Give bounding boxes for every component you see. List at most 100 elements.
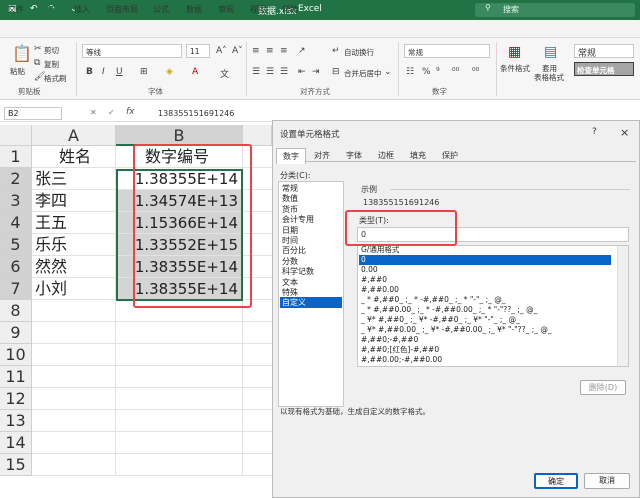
italic-icon[interactable]: I	[102, 67, 105, 77]
empty-cell[interactable]	[32, 344, 116, 366]
merge-center-button[interactable]: 合并后居中	[344, 68, 382, 79]
empty-cell[interactable]	[116, 410, 243, 432]
close-icon[interactable]: ×	[620, 126, 629, 139]
category-item[interactable]: 日期	[280, 225, 342, 236]
copy-button[interactable]: 复制	[44, 59, 59, 70]
dialog-tab-fill[interactable]: 填充	[404, 148, 432, 163]
name-cell[interactable]: 张三	[32, 168, 116, 190]
category-item[interactable]: 会计专用	[280, 214, 342, 225]
empty-cell[interactable]	[116, 344, 243, 366]
category-item[interactable]: 货币	[280, 204, 342, 215]
empty-cell[interactable]	[243, 410, 272, 432]
row-header[interactable]: 15	[0, 454, 32, 476]
empty-cell[interactable]	[32, 366, 116, 388]
tab-file[interactable]: 文件	[8, 4, 24, 15]
align-center-icon[interactable]: ☰	[266, 67, 274, 77]
orientation-icon[interactable]: ↗	[298, 46, 306, 56]
format-item[interactable]: _ * #,##0.00_ ;_ * -#,##0.00_ ;_ * "-"??…	[359, 305, 611, 315]
row-header[interactable]: 1	[0, 146, 32, 168]
border-icon[interactable]: ⊞	[140, 67, 148, 77]
tab-help[interactable]: 帮助	[282, 4, 298, 15]
undo-icon[interactable]: ↶	[30, 4, 38, 14]
name-cell[interactable]: 然然	[32, 256, 116, 278]
increase-decimal-icon[interactable]: ⁰⁰	[452, 67, 459, 77]
empty-cell[interactable]	[243, 322, 272, 344]
row-header[interactable]: 9	[0, 322, 32, 344]
empty-cell[interactable]	[32, 410, 116, 432]
increase-font-icon[interactable]: A˄	[216, 46, 227, 56]
phonetic-icon[interactable]: 文	[220, 67, 229, 80]
empty-cell[interactable]	[116, 432, 243, 454]
category-item[interactable]: 特殊	[280, 287, 342, 298]
category-item[interactable]: 文本	[280, 277, 342, 288]
font-name-select[interactable]: 等线	[82, 44, 182, 58]
decrease-font-icon[interactable]: A˅	[232, 46, 243, 56]
cut-button[interactable]: 剪切	[44, 45, 59, 56]
align-top-icon[interactable]: ≡	[252, 46, 260, 56]
format-item[interactable]: 0.00	[359, 265, 611, 275]
category-item[interactable]: 自定义	[280, 297, 342, 309]
bold-icon[interactable]: B	[86, 67, 93, 77]
empty-cell[interactable]	[32, 454, 116, 476]
tab-home[interactable]: 开始	[40, 4, 56, 18]
empty-cell[interactable]	[243, 388, 272, 410]
tab-data[interactable]: 数据	[186, 4, 202, 15]
row-header[interactable]: 12	[0, 388, 32, 410]
category-item[interactable]: 时间	[280, 235, 342, 246]
tab-insert[interactable]: 插入	[74, 4, 90, 15]
empty-cell[interactable]	[32, 322, 116, 344]
format-list-scrollbar[interactable]	[617, 246, 628, 366]
font-color-icon[interactable]: A	[192, 67, 198, 77]
help-button[interactable]: ?	[592, 127, 597, 137]
formula-input[interactable]: 138355151691246	[158, 109, 234, 118]
comma-icon[interactable]: ⁹	[436, 67, 440, 77]
name-cell[interactable]: 乐乐	[32, 234, 116, 256]
check-icon[interactable]: ✓	[108, 108, 115, 117]
percent-icon[interactable]: %	[422, 67, 431, 77]
empty-cell[interactable]	[243, 432, 272, 454]
cancel-icon[interactable]: ✕	[90, 108, 97, 117]
dialog-tab-alignment[interactable]: 对齐	[308, 148, 336, 163]
column-header-c[interactable]	[243, 125, 272, 146]
name-box[interactable]: B2	[4, 107, 62, 120]
format-item[interactable]: #,##0.00	[359, 285, 611, 295]
decrease-decimal-icon[interactable]: ⁰⁰	[472, 67, 479, 77]
row-header[interactable]: 10	[0, 344, 32, 366]
format-painter-button[interactable]: 格式刷	[44, 73, 67, 84]
decrease-indent-icon[interactable]: ⇤	[298, 67, 306, 77]
column-header-a[interactable]: A	[32, 125, 116, 146]
format-item[interactable]: #,##0;-#,##0	[359, 335, 611, 345]
wrap-text-button[interactable]: 自动换行	[344, 47, 374, 58]
format-item[interactable]: 0	[359, 255, 611, 265]
empty-cell[interactable]	[32, 300, 116, 322]
category-item[interactable]: 分数	[280, 256, 342, 267]
dialog-tab-font[interactable]: 字体	[340, 148, 368, 163]
tab-page-layout[interactable]: 页面布局	[106, 4, 138, 15]
row-header[interactable]: 5	[0, 234, 32, 256]
delete-button[interactable]: 删除(D)	[580, 380, 626, 395]
search-box[interactable]: ⚲ 搜索	[475, 3, 635, 17]
empty-cell[interactable]	[243, 454, 272, 476]
empty-cell[interactable]	[32, 432, 116, 454]
tab-formulas[interactable]: 公式	[153, 4, 169, 15]
cancel-button[interactable]: 取消	[584, 473, 630, 489]
style-check-cell[interactable]: 检查单元格	[574, 62, 634, 76]
font-size-select[interactable]: 11	[186, 44, 210, 58]
currency-icon[interactable]: ☷	[406, 67, 414, 77]
empty-cell[interactable]	[116, 454, 243, 476]
increase-indent-icon[interactable]: ⇥	[312, 67, 320, 77]
select-all-corner[interactable]	[0, 125, 32, 146]
row-header[interactable]: 7	[0, 278, 32, 300]
row-header[interactable]: 14	[0, 432, 32, 454]
dialog-tab-number[interactable]: 数字	[276, 148, 306, 164]
format-item[interactable]: _ * #,##0_ ;_ * -#,##0_ ;_ * "-"_ ;_ @_	[359, 295, 611, 305]
empty-cell[interactable]	[116, 322, 243, 344]
name-cell[interactable]: 小刘	[32, 278, 116, 300]
category-item[interactable]: 数值	[280, 193, 342, 204]
underline-icon[interactable]: U	[116, 67, 123, 77]
fx-icon[interactable]: fx	[126, 107, 135, 117]
format-item[interactable]: #,##0;[红色]-#,##0	[359, 345, 611, 355]
row-header[interactable]: 11	[0, 366, 32, 388]
column-header-b[interactable]: B	[116, 125, 243, 146]
format-item[interactable]: #,##0	[359, 275, 611, 285]
